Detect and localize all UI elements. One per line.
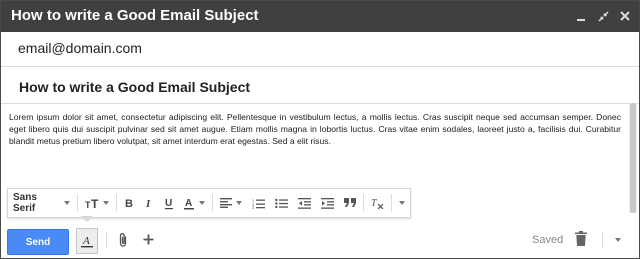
to-recipient[interactable]: email@domain.com xyxy=(18,40,142,56)
numbered-list-button[interactable]: 123 xyxy=(247,189,270,217)
text-color-icon: A xyxy=(184,198,195,209)
text-format-icon: A xyxy=(81,235,93,248)
quote-button[interactable] xyxy=(339,189,361,217)
chevron-down-icon xyxy=(103,201,110,205)
svg-text:I: I xyxy=(145,198,151,209)
svg-text:T: T xyxy=(91,197,99,209)
toolbar-divider xyxy=(212,194,214,212)
align-button[interactable] xyxy=(215,189,247,217)
compose-window: How to write a Good Email Subject email@… xyxy=(0,0,640,259)
svg-text:U: U xyxy=(165,198,172,209)
close-icon[interactable] xyxy=(617,8,633,24)
discard-draft-button[interactable] xyxy=(575,231,587,251)
quote-icon xyxy=(344,198,357,207)
plus-icon xyxy=(143,234,154,245)
indent-less-icon xyxy=(298,197,312,209)
formatting-options-button[interactable]: A xyxy=(76,228,98,254)
chevron-down-icon xyxy=(199,201,206,205)
minimize-icon[interactable] xyxy=(573,8,589,24)
svg-text:A: A xyxy=(185,198,192,209)
toolbar-divider xyxy=(116,194,118,212)
svg-text:3: 3 xyxy=(252,205,255,209)
window-title: How to write a Good Email Subject xyxy=(11,7,259,24)
remove-formatting-icon: T xyxy=(371,198,384,209)
toolbar-divider xyxy=(77,194,79,212)
font-size-button[interactable]: TT xyxy=(80,189,114,217)
text-color-button[interactable]: A xyxy=(179,189,210,217)
popout-icon[interactable] xyxy=(595,8,611,24)
remove-formatting-button[interactable]: T xyxy=(366,189,389,217)
chevron-down-icon xyxy=(64,201,71,205)
subject-field[interactable]: How to write a Good Email Subject xyxy=(1,67,639,104)
italic-button[interactable]: I xyxy=(139,189,159,217)
chevron-down-icon xyxy=(399,201,405,205)
to-field[interactable]: email@domain.com xyxy=(1,32,639,67)
subject-input[interactable]: How to write a Good Email Subject xyxy=(19,79,250,95)
italic-icon: I xyxy=(145,198,151,209)
indent-more-icon xyxy=(321,197,335,209)
align-left-icon xyxy=(220,198,233,208)
paperclip-icon xyxy=(119,233,127,247)
font-family-select[interactable]: Sans Serif xyxy=(8,189,75,217)
bulleted-list-button[interactable] xyxy=(270,189,293,217)
compose-titlebar[interactable]: How to write a Good Email Subject xyxy=(1,1,639,32)
message-body[interactable]: Lorem ipsum dolor sit amet, consectetur … xyxy=(9,111,621,147)
text-size-icon: TT xyxy=(85,197,99,209)
svg-text:T: T xyxy=(371,198,378,209)
more-formatting-button[interactable] xyxy=(394,189,410,217)
scrollbar-thumb[interactable] xyxy=(630,103,636,213)
footer-divider xyxy=(602,233,603,249)
compose-footer: Send A Saved xyxy=(1,223,639,258)
toolbar-pointer xyxy=(81,216,93,222)
send-button[interactable]: Send xyxy=(7,229,69,255)
indent-less-button[interactable] xyxy=(293,189,316,217)
chevron-down-icon xyxy=(236,201,243,205)
insert-more-button[interactable] xyxy=(143,230,154,250)
save-status: Saved xyxy=(532,234,564,246)
chevron-down-icon xyxy=(615,238,621,242)
formatting-toolbar: Sans Serif TT B I U A 123 T xyxy=(7,188,411,218)
window-controls xyxy=(573,8,633,24)
bold-icon: B xyxy=(125,198,133,209)
toolbar-divider xyxy=(363,194,365,212)
font-family-label: Sans Serif xyxy=(13,192,37,214)
underline-icon: U xyxy=(165,198,174,209)
indent-more-button[interactable] xyxy=(316,189,339,217)
bold-button[interactable]: B xyxy=(119,189,139,217)
trash-icon xyxy=(575,231,587,246)
svg-text:B: B xyxy=(125,198,133,209)
bulleted-list-icon xyxy=(275,198,289,208)
toolbar-divider xyxy=(391,194,392,212)
numbered-list-icon: 123 xyxy=(252,198,266,209)
body-scrollbar[interactable] xyxy=(629,103,637,213)
attach-files-button[interactable] xyxy=(117,232,129,253)
footer-divider xyxy=(106,233,107,249)
underline-button[interactable]: U xyxy=(159,189,179,217)
more-options-button[interactable] xyxy=(615,238,621,242)
svg-text:A: A xyxy=(82,235,90,247)
